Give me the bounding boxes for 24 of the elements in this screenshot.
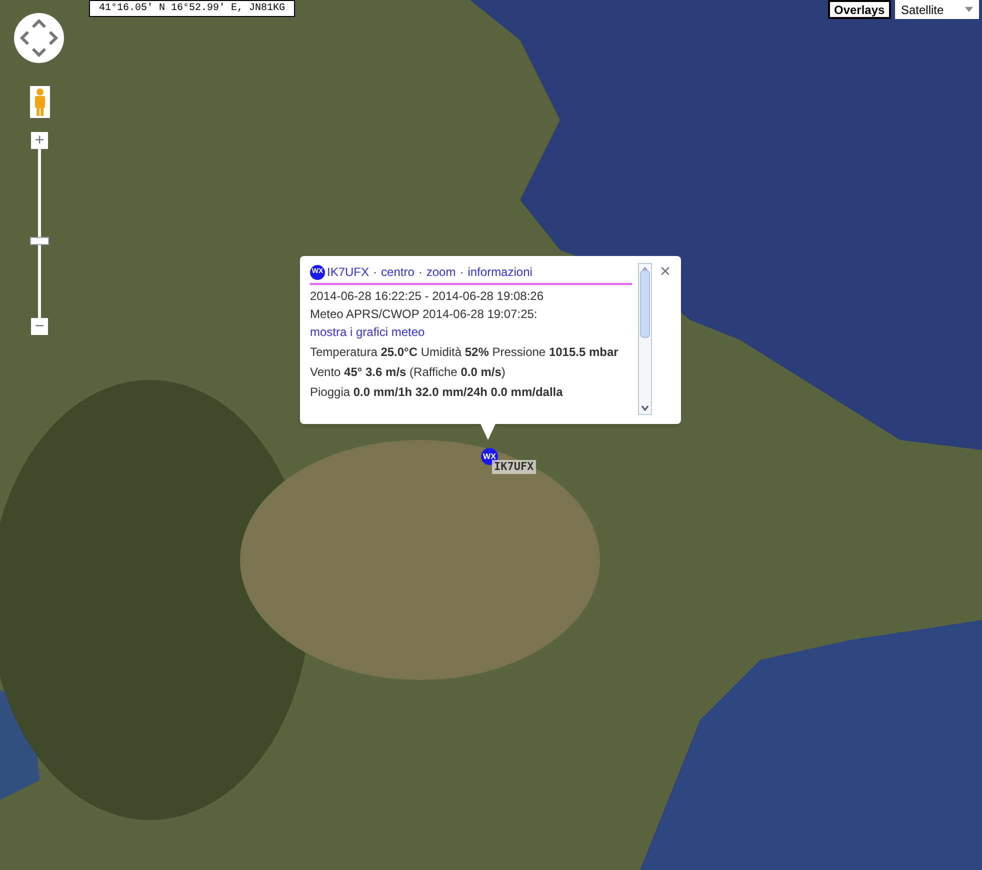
- zoom-in-button[interactable]: +: [31, 132, 48, 149]
- time-range: 2014-06-28 16:22:25 - 2014-06-28 19:08:26: [310, 288, 545, 305]
- station-label: IK7UFX: [492, 460, 536, 474]
- map-type-select[interactable]: Satellite: [895, 0, 979, 19]
- coordinates-label: 41°16.05' N 16°52.99' E, JN81KG: [89, 0, 295, 17]
- pegman-icon[interactable]: [30, 86, 50, 118]
- weather-line: Pioggia 0.0 mm/1h 32.0 mm/24h 0.0 mm/dalla: [310, 384, 564, 401]
- overlays-button[interactable]: Overlays: [828, 0, 891, 19]
- info-link[interactable]: centro: [381, 263, 414, 281]
- meteo-charts-link[interactable]: mostra i grafici meteo: [310, 325, 425, 339]
- weather-line: Vento 45° 3.6 m/s (Raffiche 0.0 m/s): [310, 364, 506, 381]
- scrollbar[interactable]: [638, 263, 652, 415]
- caret-icon: [965, 7, 973, 12]
- meteo-text: Meteo APRS/CWOP 2014-06-28 19:07:25:: [310, 307, 538, 321]
- separator: ·: [417, 264, 424, 281]
- weather-line: Temperatura 25.0°C Umidità 52% Pressione 1015.5 mbar: [310, 344, 620, 361]
- scrollbar-thumb[interactable]: [640, 270, 650, 338]
- separator: ·: [458, 264, 465, 281]
- info-link[interactable]: IK7UFX: [327, 263, 370, 281]
- info-link[interactable]: zoom: [426, 263, 456, 281]
- close-button[interactable]: ×: [660, 263, 671, 279]
- info-link[interactable]: informazioni: [468, 263, 532, 281]
- separator: ·: [372, 264, 378, 281]
- zoom-out-button[interactable]: −: [31, 318, 48, 335]
